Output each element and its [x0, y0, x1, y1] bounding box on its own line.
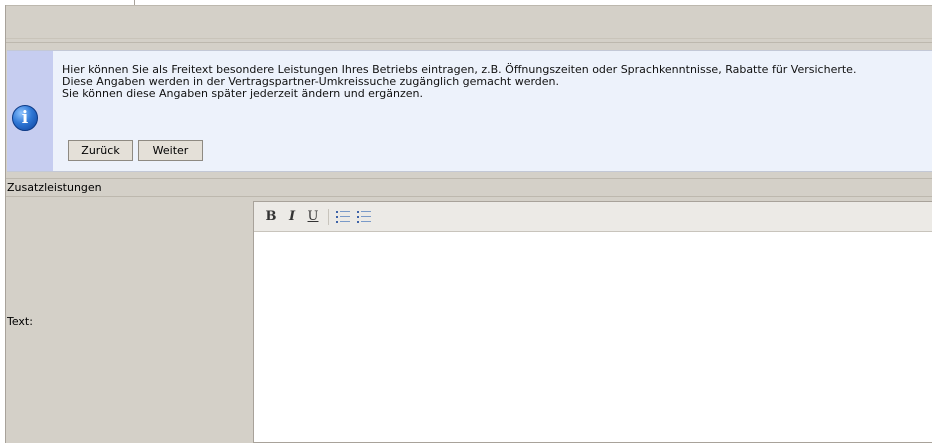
list-marker — [336, 211, 338, 213]
toolbar-band — [6, 5, 932, 39]
list-marker — [357, 211, 359, 213]
list-marker — [336, 221, 338, 223]
info-icon: i — [12, 105, 38, 131]
list-marker — [336, 216, 338, 218]
back-button[interactable]: Zurück — [68, 140, 133, 161]
info-icon-column: i — [7, 51, 53, 171]
editor-text-area[interactable] — [254, 233, 932, 442]
text-label-cell: Text: — [6, 198, 249, 443]
list-line — [340, 221, 350, 222]
section-header: Zusatzleistungen — [6, 178, 932, 197]
bold-button[interactable]: B — [262, 208, 280, 226]
list-line — [361, 211, 371, 212]
list-line — [340, 216, 350, 217]
text-label: Text: — [7, 315, 33, 328]
list-marker — [357, 221, 359, 223]
editor-toolbar: B I U — [254, 202, 932, 232]
list-line — [361, 221, 371, 222]
list-line — [361, 216, 371, 217]
info-panel: i Hier können Sie als Freitext besondere… — [7, 50, 932, 172]
underline-button[interactable]: U — [304, 208, 322, 226]
list-marker — [357, 216, 359, 218]
list-line — [340, 211, 350, 212]
content-frame: i Hier können Sie als Freitext besondere… — [5, 5, 932, 443]
next-button[interactable]: Weiter — [138, 140, 203, 161]
band-divider — [6, 42, 932, 43]
ordered-list-icon[interactable] — [336, 210, 350, 223]
italic-button[interactable]: I — [283, 208, 301, 226]
toolbar-separator — [328, 209, 329, 225]
rich-text-editor[interactable]: B I U — [253, 201, 932, 443]
info-line-3: Sie können diese Angaben später jederzei… — [62, 87, 423, 100]
info-message: Hier können Sie als Freitext besondere L… — [62, 64, 932, 100]
unordered-list-icon[interactable] — [357, 210, 371, 223]
